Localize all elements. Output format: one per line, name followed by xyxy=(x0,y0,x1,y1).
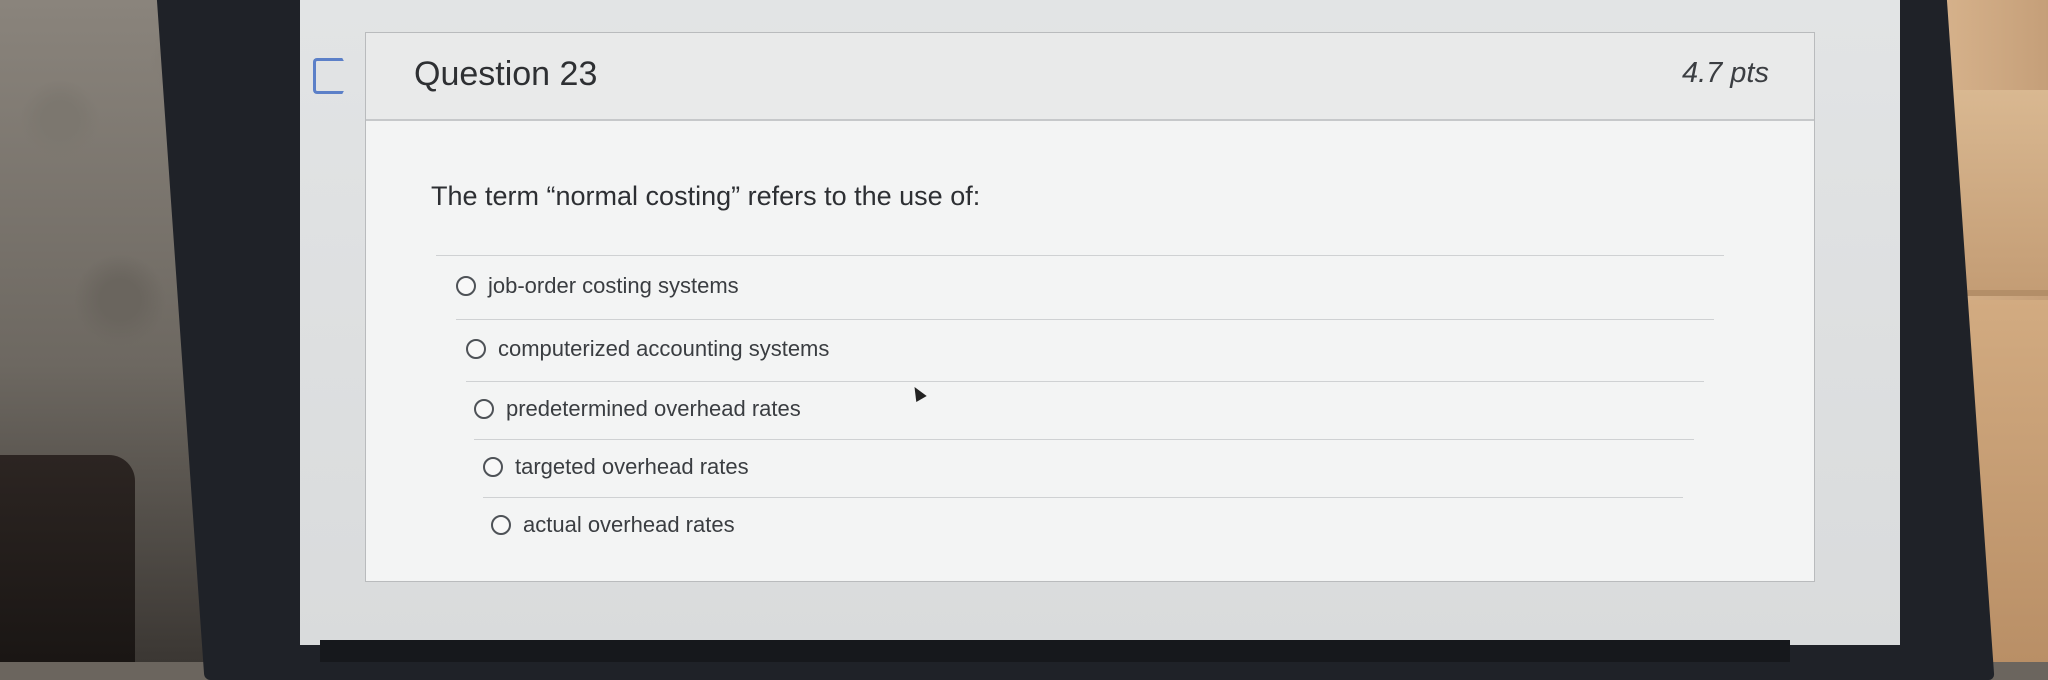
question-header: Question 23 4.7 pts xyxy=(366,33,1814,121)
answer-option[interactable]: targeted overhead rates xyxy=(483,454,749,480)
question-card: Question 23 4.7 pts The term “normal cos… xyxy=(365,32,1815,582)
answer-option[interactable]: actual overhead rates xyxy=(491,512,735,538)
divider xyxy=(466,381,1704,382)
question-text: The term “normal costing” refers to the … xyxy=(431,181,981,211)
radio-button[interactable] xyxy=(474,399,494,419)
radio-button[interactable] xyxy=(466,339,486,359)
monitor-bezel-bottom xyxy=(320,640,1790,662)
background-object xyxy=(0,455,135,662)
answer-label: job-order costing systems xyxy=(488,273,739,298)
answer-label: predetermined overhead rates xyxy=(506,396,801,421)
radio-button[interactable] xyxy=(456,276,476,296)
answer-label: targeted overhead rates xyxy=(515,454,749,479)
divider xyxy=(474,439,1694,440)
answer-option[interactable]: job-order costing systems xyxy=(456,273,739,299)
answer-option[interactable]: computerized accounting systems xyxy=(466,336,829,362)
divider xyxy=(483,497,1683,498)
divider xyxy=(436,255,1724,256)
radio-button[interactable] xyxy=(483,457,503,477)
answer-label: computerized accounting systems xyxy=(498,336,830,361)
radio-button[interactable] xyxy=(491,515,511,535)
answer-option[interactable]: predetermined overhead rates xyxy=(474,396,801,422)
question-title: Question 23 xyxy=(414,55,598,93)
divider xyxy=(456,319,1714,320)
answer-label: actual overhead rates xyxy=(523,512,735,537)
question-points: 4.7 pts xyxy=(1681,57,1769,89)
